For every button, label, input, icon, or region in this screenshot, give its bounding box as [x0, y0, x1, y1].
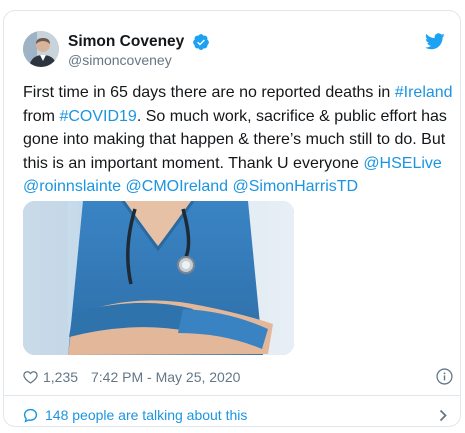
- mention-link-hselive[interactable]: @HSELive: [363, 155, 442, 172]
- tweet-text-segment: First time in 65 days there are no repor…: [23, 84, 395, 101]
- author-name[interactable]: Simon Coveney: [68, 32, 184, 52]
- twitter-bird-icon[interactable]: [425, 33, 445, 50]
- hashtag-link-ireland[interactable]: #Ireland: [395, 84, 453, 101]
- hashtag-link-covid19[interactable]: #COVID19: [59, 108, 136, 125]
- conversation-link[interactable]: 148 people are talking about this: [23, 405, 453, 425]
- divider: [4, 395, 460, 396]
- tweet-photo-healthcare-worker[interactable]: [23, 201, 294, 355]
- author-handle[interactable]: @simoncoveney: [68, 51, 172, 69]
- tweet-meta-row: 1,235 7:42 PM - May 25, 2020: [23, 367, 453, 387]
- embedded-tweet-card[interactable]: Simon Coveney @simoncoveney First time i…: [3, 10, 461, 427]
- conversation-count-label[interactable]: 148 people are talking about this: [45, 405, 247, 425]
- heart-icon[interactable]: [23, 370, 38, 384]
- mention-link-cmoireland[interactable]: @CMOIreland: [126, 178, 229, 195]
- tweet-text: First time in 65 days there are no repor…: [23, 81, 453, 199]
- info-icon[interactable]: [436, 368, 453, 385]
- like-count[interactable]: 1,235: [43, 367, 78, 387]
- mention-link-simonharristd[interactable]: @SimonHarrisTD: [232, 178, 358, 195]
- author-avatar[interactable]: [23, 31, 59, 67]
- verified-badge-icon: [193, 34, 209, 50]
- tweet-timestamp[interactable]: 7:42 PM - May 25, 2020: [91, 367, 240, 387]
- chevron-right-icon[interactable]: [439, 409, 447, 422]
- mention-link-roinnslainte[interactable]: @roinnslainte: [23, 178, 121, 195]
- speech-bubble-icon: [23, 408, 38, 423]
- tweet-text-segment: from: [23, 107, 60, 125]
